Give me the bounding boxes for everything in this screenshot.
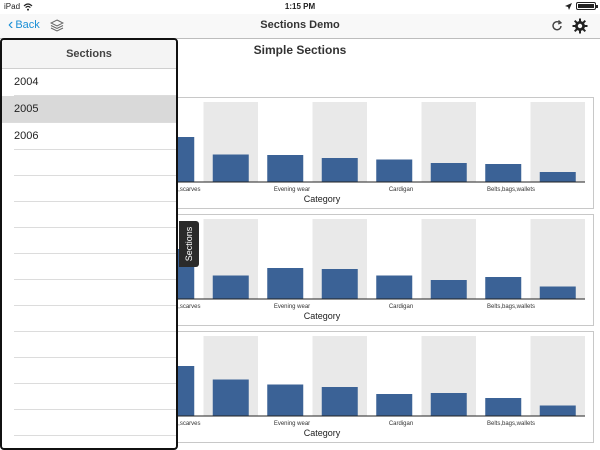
bar (376, 394, 413, 416)
status-time: 1:15 PM (284, 2, 316, 11)
bar (321, 387, 358, 416)
location-icon (565, 2, 572, 10)
battery-icon (576, 2, 598, 10)
empty-row (14, 410, 176, 436)
bar (376, 159, 413, 182)
bar (430, 393, 467, 416)
sections-panel: Sections 2004 2005 2006 (0, 38, 178, 450)
bar (539, 172, 576, 182)
page-title: Sections Demo (260, 19, 340, 31)
tick-label: Belts,bags,wallets (487, 304, 535, 310)
bar (212, 154, 249, 182)
empty-row (14, 358, 176, 384)
bar (430, 163, 467, 182)
tick-label: Cardigan (389, 187, 413, 193)
sections-tab[interactable]: Sections (179, 221, 199, 267)
bar (321, 158, 358, 182)
content-title: Simple Sections (253, 43, 347, 57)
x-axis-label: Category (304, 194, 341, 204)
section-item[interactable]: 2005 (2, 96, 176, 123)
tick-label: Belts,bags,wallets (487, 421, 535, 427)
panel-header: Sections (2, 40, 176, 69)
bar (267, 384, 304, 416)
bar-chart-1: oves,scarvesEvening wearCardiganBelts,ba… (170, 97, 594, 209)
empty-row (14, 384, 176, 410)
bar (485, 277, 522, 299)
column-shade (530, 336, 585, 416)
tick-label: Cardigan (389, 421, 413, 427)
column-shade (530, 102, 585, 182)
bar (376, 275, 413, 299)
empty-row (14, 280, 176, 306)
gear-icon[interactable] (572, 18, 588, 34)
tick-label: Cardigan (389, 304, 413, 310)
bar (212, 275, 249, 299)
bar-chart-3: oves,scarvesEvening wearCardiganBelts,ba… (170, 331, 594, 443)
sections-tab-label: Sections (184, 226, 194, 262)
bar (430, 280, 467, 299)
empty-row (14, 332, 176, 358)
empty-row (14, 202, 176, 228)
bar-chart-2: oves,scarvesEvening wearCardiganBelts,ba… (170, 214, 594, 326)
bar (212, 379, 249, 416)
bar (485, 398, 522, 416)
section-item[interactable]: 2004 (14, 69, 176, 96)
tick-label: Belts,bags,wallets (487, 187, 535, 193)
empty-row (14, 306, 176, 332)
section-item[interactable]: 2006 (14, 123, 176, 150)
tick-label: Evening wear (274, 187, 310, 193)
empty-row (14, 176, 176, 202)
status-bar: iPad 1:15 PM (0, 0, 600, 14)
empty-row (14, 254, 176, 280)
tick-label: Evening wear (274, 304, 310, 310)
bar (539, 405, 576, 416)
bar (267, 155, 304, 182)
bar (267, 268, 304, 299)
empty-row (14, 150, 176, 176)
bar (539, 286, 576, 299)
empty-row (14, 228, 176, 254)
bar (485, 164, 522, 182)
x-axis-label: Category (304, 428, 341, 438)
tick-label: Evening wear (274, 421, 310, 427)
refresh-icon[interactable] (550, 19, 564, 33)
navigation-bar: ‹ Back Sections Demo (0, 14, 600, 39)
x-axis-label: Category (304, 311, 341, 321)
bar (321, 269, 358, 299)
